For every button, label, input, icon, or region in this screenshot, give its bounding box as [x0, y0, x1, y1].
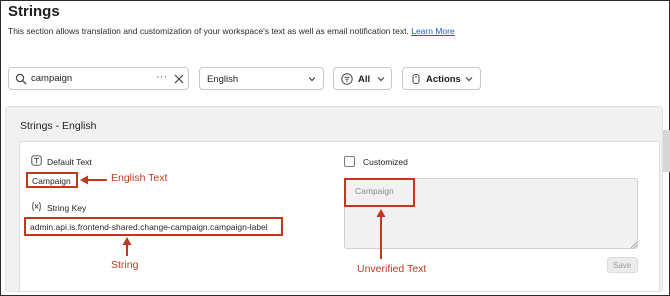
unverified-text-highlight: Campaign	[344, 178, 415, 207]
page-description: This section allows translation and cust…	[8, 26, 455, 36]
default-text-label: Default Text	[47, 157, 92, 167]
page-title: Strings	[8, 3, 60, 20]
variable-icon	[32, 201, 41, 212]
actions-icon	[412, 74, 420, 84]
string-key-value: admin.api.is.frontend-shared.change-camp…	[24, 217, 283, 236]
english-text-annotation: English Text	[111, 172, 168, 184]
resize-grip-icon[interactable]	[630, 241, 638, 249]
scrollbar[interactable]	[663, 130, 670, 172]
save-button-label: Save	[613, 261, 632, 270]
customized-label: Customized	[363, 157, 408, 167]
chevron-down-icon	[465, 77, 473, 82]
chevron-down-icon	[377, 77, 385, 82]
default-text-value-label: Campaign	[32, 176, 71, 186]
chevron-down-icon	[308, 77, 316, 82]
description-text: This section allows translation and cust…	[8, 26, 409, 36]
string-key-label: String Key	[47, 203, 87, 213]
filter-icon	[341, 73, 353, 85]
more-options-icon[interactable]: ···	[156, 71, 167, 83]
learn-more-link[interactable]: Learn More	[411, 26, 454, 36]
actions-button[interactable]: Actions	[402, 67, 481, 90]
save-button[interactable]: Save	[607, 257, 638, 273]
text-icon	[31, 155, 42, 166]
filter-button-label: All	[358, 74, 371, 85]
actions-button-label: Actions	[426, 74, 461, 85]
search-input[interactable]	[31, 73, 151, 84]
customized-checkbox[interactable]	[344, 156, 355, 167]
custom-text-placeholder: Campaign	[355, 186, 394, 196]
clear-icon[interactable]	[173, 73, 185, 85]
section-title: Strings - English	[20, 120, 97, 132]
string-key-value-text: admin.api.is.frontend-shared.change-camp…	[30, 222, 268, 232]
language-select-value: English	[207, 74, 239, 85]
filter-button[interactable]: All	[333, 67, 392, 90]
language-select[interactable]: English	[199, 67, 324, 90]
string-annotation: String	[111, 259, 139, 271]
search-icon	[15, 73, 27, 85]
unverified-text-annotation: Unverified Text	[357, 263, 427, 275]
default-text-value: Campaign	[26, 172, 78, 188]
search-box[interactable]: ···	[8, 67, 189, 90]
